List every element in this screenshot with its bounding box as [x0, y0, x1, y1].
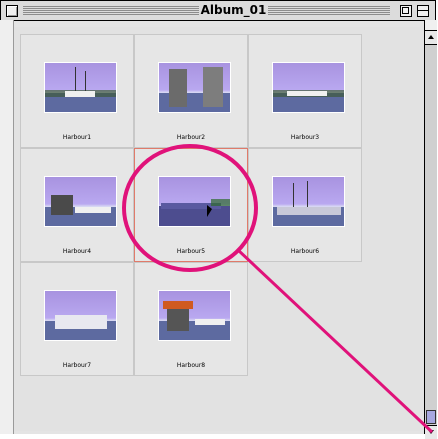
- thumbnail-cell[interactable]: Harbour1: [20, 34, 134, 148]
- scroll-corner-box: [425, 20, 437, 31]
- collapse-box[interactable]: [417, 5, 429, 17]
- thumbnail-cell-selected[interactable]: Harbour5: [134, 148, 248, 262]
- photo-thumbnail[interactable]: [158, 290, 231, 341]
- scroll-up-arrow[interactable]: [425, 31, 437, 45]
- scroll-thumb[interactable]: [426, 410, 436, 424]
- thumbnail-label: Harbour7: [62, 362, 92, 369]
- thumbnail-label: Harbour3: [290, 134, 320, 141]
- thumbnail-cell[interactable]: Harbour7: [20, 262, 134, 376]
- photo-thumbnail[interactable]: [272, 176, 345, 227]
- left-edge: [0, 20, 14, 434]
- close-box[interactable]: [6, 5, 18, 17]
- photo-thumbnail[interactable]: [44, 62, 117, 113]
- thumbnail-label: Harbour8: [176, 362, 206, 369]
- photo-thumbnail[interactable]: [158, 62, 231, 113]
- photo-thumbnail[interactable]: [44, 176, 117, 227]
- vertical-scrollbar[interactable]: [424, 20, 437, 439]
- window-title: Album_01: [200, 3, 267, 17]
- thumbnail-label: Harbour5: [176, 248, 206, 255]
- thumbnail-grid: Harbour1 Harbour2 Harbour3 Harbour4 Harb…: [14, 27, 420, 431]
- title-stripes-right: [268, 5, 390, 16]
- thumbnail-label: Harbour6: [290, 248, 320, 255]
- zoom-box[interactable]: [400, 5, 412, 17]
- thumbnail-cell[interactable]: Harbour4: [20, 148, 134, 262]
- thumbnail-cell[interactable]: Harbour3: [248, 34, 362, 148]
- photo-thumbnail[interactable]: [44, 290, 117, 341]
- photo-thumbnail[interactable]: [272, 62, 345, 113]
- title-bar[interactable]: Album_01: [1, 1, 435, 21]
- thumbnail-cell[interactable]: Harbour2: [134, 34, 248, 148]
- thumbnail-label: Harbour1: [62, 134, 92, 141]
- thumbnail-cell[interactable]: Harbour6: [248, 148, 362, 262]
- thumbnail-label: Harbour2: [176, 134, 206, 141]
- photo-thumbnail[interactable]: [158, 176, 231, 227]
- thumbnail-label: Harbour4: [62, 248, 92, 255]
- thumbnail-cell[interactable]: Harbour8: [134, 262, 248, 376]
- scroll-down-arrow[interactable]: [425, 425, 437, 439]
- mouse-pointer-icon: [207, 205, 212, 217]
- title-stripes-left: [23, 5, 199, 16]
